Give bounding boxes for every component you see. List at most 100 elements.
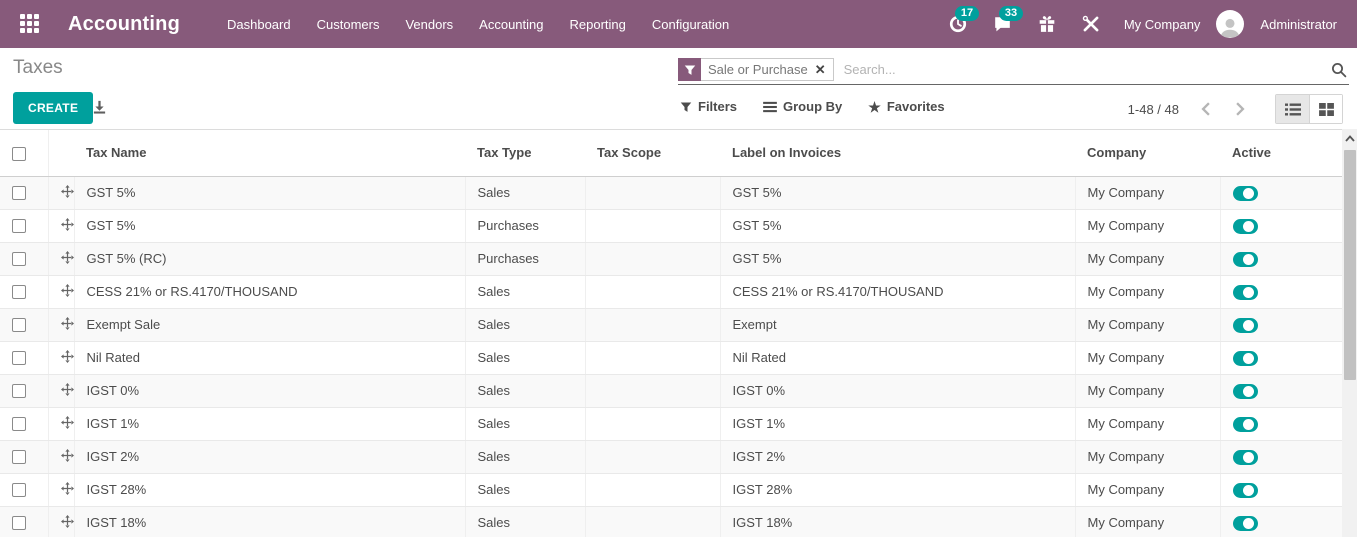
tax-type-cell[interactable]: Sales <box>465 275 585 308</box>
row-handle-cell[interactable] <box>48 308 74 341</box>
tax-type-cell[interactable]: Sales <box>465 308 585 341</box>
company-cell[interactable]: My Company <box>1075 242 1220 275</box>
active-toggle[interactable] <box>1233 384 1258 399</box>
tax-type-cell[interactable]: Sales <box>465 506 585 537</box>
facet-remove-icon[interactable]: ✕ <box>815 63 826 76</box>
tax-label-cell[interactable]: IGST 2% <box>720 440 1075 473</box>
menu-configuration[interactable]: Configuration <box>639 0 742 48</box>
row-handle-cell[interactable] <box>48 506 74 537</box>
company-cell[interactable]: My Company <box>1075 473 1220 506</box>
active-toggle[interactable] <box>1233 252 1258 267</box>
menu-accounting[interactable]: Accounting <box>466 0 556 48</box>
search-icon[interactable] <box>1329 62 1349 78</box>
pager-next-button[interactable] <box>1227 98 1253 120</box>
active-cell[interactable] <box>1220 506 1342 537</box>
row-handle-cell[interactable] <box>48 407 74 440</box>
row-select-cell[interactable] <box>0 308 48 341</box>
row-select-cell[interactable] <box>0 176 48 209</box>
row-checkbox[interactable] <box>12 384 26 398</box>
search-bar[interactable]: Sale or Purchase ✕ <box>678 55 1349 85</box>
row-select-cell[interactable] <box>0 242 48 275</box>
messages-button[interactable]: 33 <box>985 11 1020 37</box>
row-select-cell[interactable] <box>0 506 48 537</box>
company-cell[interactable]: My Company <box>1075 275 1220 308</box>
tax-type-cell[interactable]: Sales <box>465 473 585 506</box>
table-row[interactable]: CESS 21% or RS.4170/THOUSAND Sales CESS … <box>0 275 1342 308</box>
activities-button[interactable]: 17 <box>941 11 975 37</box>
table-row[interactable]: IGST 2% Sales IGST 2% My Company <box>0 440 1342 473</box>
tax-label-cell[interactable]: IGST 1% <box>720 407 1075 440</box>
row-handle-cell[interactable] <box>48 176 74 209</box>
pager-previous-button[interactable] <box>1193 98 1219 120</box>
active-cell[interactable] <box>1220 308 1342 341</box>
row-select-cell[interactable] <box>0 473 48 506</box>
tax-scope-cell[interactable] <box>585 341 720 374</box>
tax-scope-cell[interactable] <box>585 209 720 242</box>
table-row[interactable]: IGST 0% Sales IGST 0% My Company <box>0 374 1342 407</box>
active-toggle[interactable] <box>1233 285 1258 300</box>
column-active[interactable]: Active <box>1220 130 1342 176</box>
tax-label-cell[interactable]: IGST 28% <box>720 473 1075 506</box>
drag-handle-icon[interactable] <box>61 515 74 528</box>
active-toggle[interactable] <box>1233 516 1258 531</box>
select-all-header[interactable] <box>0 130 48 176</box>
row-handle-cell[interactable] <box>48 275 74 308</box>
row-handle-cell[interactable] <box>48 209 74 242</box>
row-handle-cell[interactable] <box>48 440 74 473</box>
drag-handle-icon[interactable] <box>61 350 74 363</box>
drag-handle-icon[interactable] <box>61 383 74 396</box>
favorites-button[interactable]: ★ Favorites <box>868 99 944 114</box>
tax-name-cell[interactable]: IGST 28% <box>74 473 465 506</box>
avatar[interactable] <box>1216 10 1244 38</box>
row-checkbox[interactable] <box>12 483 26 497</box>
active-cell[interactable] <box>1220 440 1342 473</box>
drag-handle-icon[interactable] <box>61 416 74 429</box>
table-row[interactable]: Exempt Sale Sales Exempt My Company <box>0 308 1342 341</box>
table-row[interactable]: IGST 18% Sales IGST 18% My Company <box>0 506 1342 537</box>
tax-type-cell[interactable]: Purchases <box>465 242 585 275</box>
drag-handle-icon[interactable] <box>61 284 74 297</box>
row-select-cell[interactable] <box>0 341 48 374</box>
tax-scope-cell[interactable] <box>585 407 720 440</box>
drag-handle-icon[interactable] <box>61 482 74 495</box>
table-row[interactable]: IGST 1% Sales IGST 1% My Company <box>0 407 1342 440</box>
company-cell[interactable]: My Company <box>1075 308 1220 341</box>
row-select-cell[interactable] <box>0 209 48 242</box>
tax-label-cell[interactable]: GST 5% <box>720 176 1075 209</box>
company-cell[interactable]: My Company <box>1075 374 1220 407</box>
active-toggle[interactable] <box>1233 483 1258 498</box>
menu-dashboard[interactable]: Dashboard <box>214 0 304 48</box>
row-checkbox[interactable] <box>12 516 26 530</box>
tax-label-cell[interactable]: Nil Rated <box>720 341 1075 374</box>
tax-type-cell[interactable]: Sales <box>465 440 585 473</box>
tax-name-cell[interactable]: GST 5% <box>74 209 465 242</box>
menu-vendors[interactable]: Vendors <box>392 0 466 48</box>
company-cell[interactable]: My Company <box>1075 209 1220 242</box>
active-cell[interactable] <box>1220 275 1342 308</box>
row-handle-cell[interactable] <box>48 341 74 374</box>
row-checkbox[interactable] <box>12 186 26 200</box>
row-checkbox[interactable] <box>12 450 26 464</box>
tax-type-cell[interactable]: Sales <box>465 407 585 440</box>
tax-scope-cell[interactable] <box>585 242 720 275</box>
tax-type-cell[interactable]: Sales <box>465 374 585 407</box>
tax-scope-cell[interactable] <box>585 308 720 341</box>
column-tax-name[interactable]: Tax Name <box>74 130 465 176</box>
list-view-button[interactable] <box>1276 95 1309 123</box>
search-input[interactable] <box>838 62 1329 77</box>
drag-handle-icon[interactable] <box>61 317 74 330</box>
filters-button[interactable]: Filters <box>680 99 737 114</box>
table-row[interactable]: GST 5% (RC) Purchases GST 5% My Company <box>0 242 1342 275</box>
tax-name-cell[interactable]: IGST 1% <box>74 407 465 440</box>
export-button[interactable] <box>92 99 107 120</box>
tax-scope-cell[interactable] <box>585 176 720 209</box>
active-cell[interactable] <box>1220 242 1342 275</box>
company-cell[interactable]: My Company <box>1075 440 1220 473</box>
active-cell[interactable] <box>1220 341 1342 374</box>
kanban-view-button[interactable] <box>1309 95 1342 123</box>
user-menu[interactable]: Administrator <box>1254 17 1343 32</box>
scrollbar-up-button[interactable] <box>1342 129 1357 147</box>
tax-label-cell[interactable]: Exempt <box>720 308 1075 341</box>
active-toggle[interactable] <box>1233 219 1258 234</box>
drag-handle-icon[interactable] <box>61 185 74 198</box>
